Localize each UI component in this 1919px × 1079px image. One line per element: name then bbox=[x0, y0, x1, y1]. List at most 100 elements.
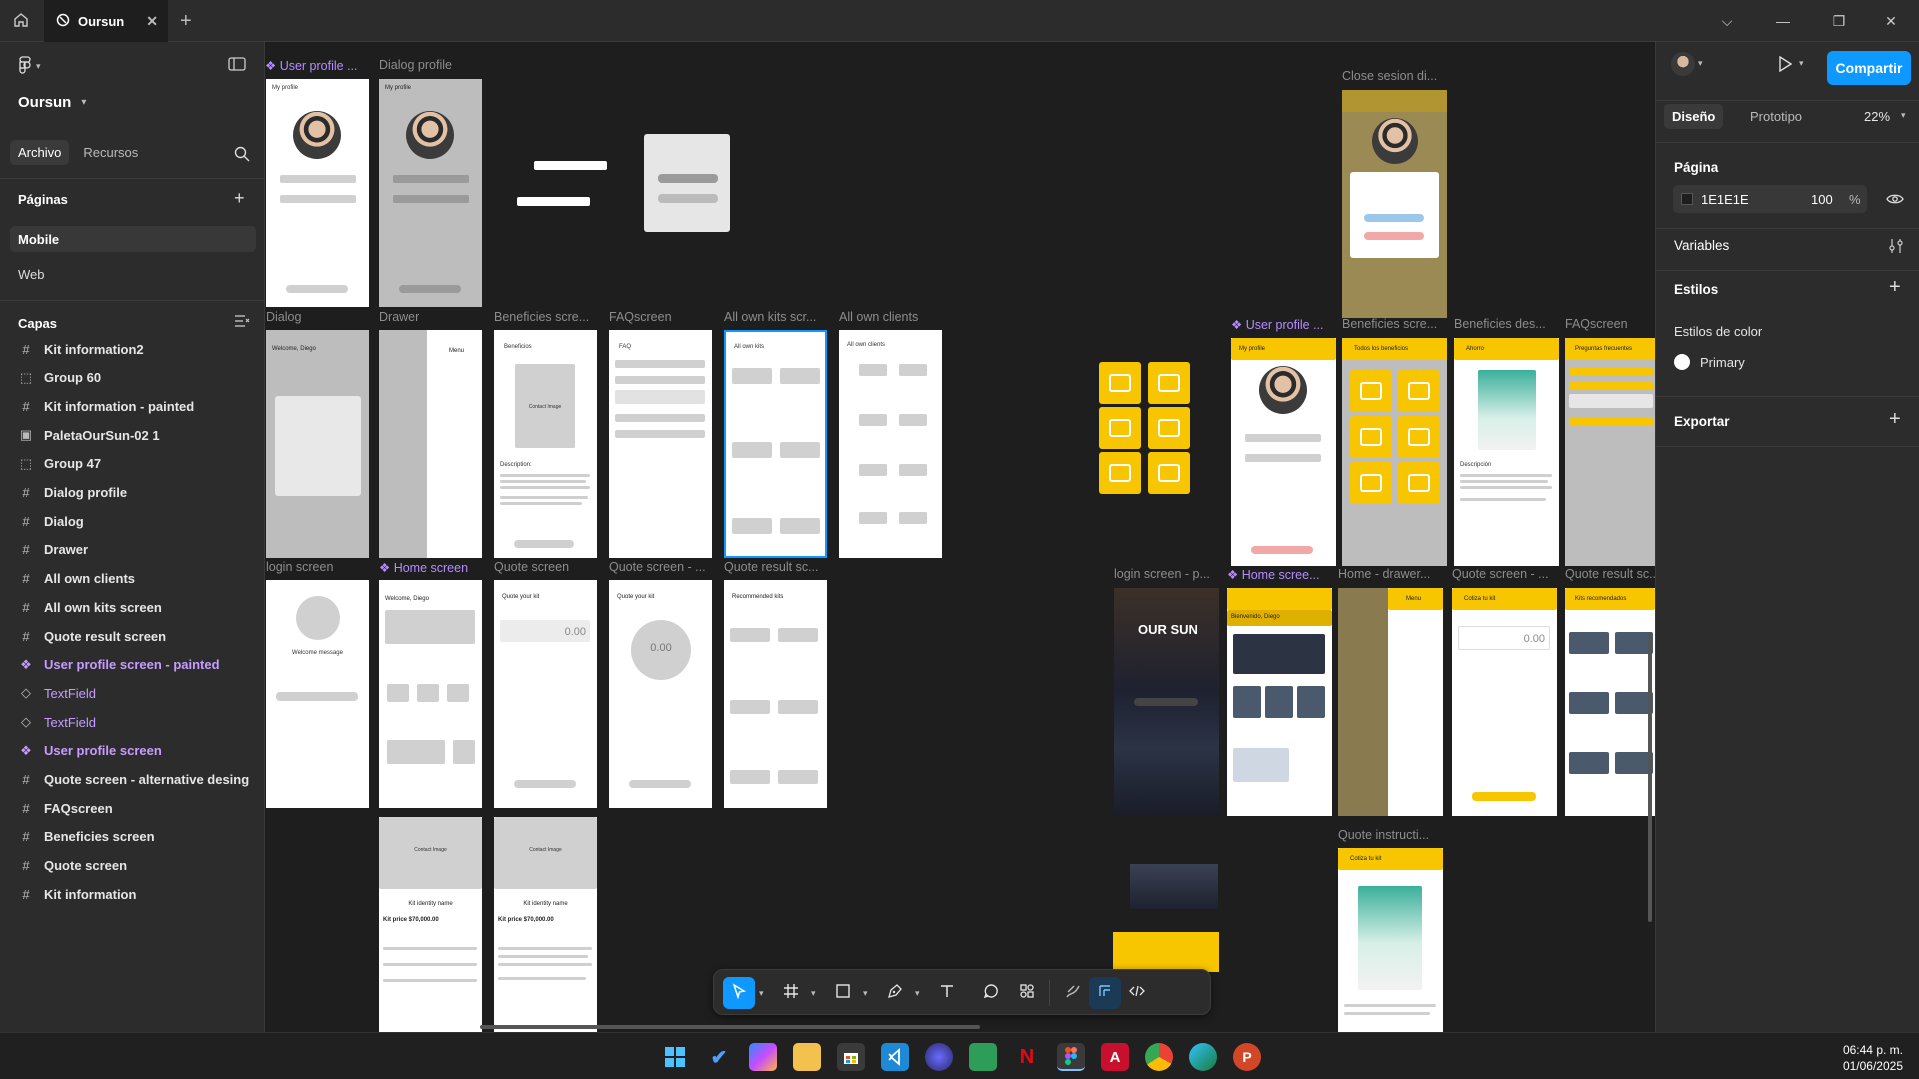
frame-label-login-painted[interactable]: login screen - p... bbox=[1114, 567, 1231, 581]
store-icon[interactable] bbox=[837, 1043, 865, 1071]
frame-login[interactable]: Welcome message bbox=[266, 580, 369, 808]
style-primary[interactable]: Primary bbox=[1674, 354, 1745, 370]
frame-all-kits[interactable]: All own kits bbox=[724, 330, 827, 558]
new-tab-button[interactable]: + bbox=[180, 10, 192, 33]
layer-item[interactable]: ◇ TextField bbox=[18, 711, 258, 733]
frame-quote-alt[interactable]: Quote your kit 0.00 bbox=[609, 580, 712, 808]
layer-item[interactable]: # Dialog profile bbox=[18, 482, 258, 504]
frame-label-home-2[interactable]: ❖ Home scree... bbox=[1227, 567, 1332, 582]
frame-quote-painted[interactable]: Cotiza tu kit 0.00 bbox=[1452, 588, 1557, 816]
browser-app-icon[interactable] bbox=[925, 1043, 953, 1071]
frame-quote-instructions[interactable]: Cotiza tu kit bbox=[1338, 848, 1443, 1032]
layer-item[interactable]: # Kit information2 bbox=[18, 338, 258, 360]
frame-label-quote-instructions[interactable]: Quote instructi... bbox=[1338, 828, 1448, 842]
layer-item[interactable]: # Quote result screen bbox=[18, 625, 258, 647]
frame-dialog[interactable]: Welcome, Diego bbox=[266, 330, 369, 558]
windows-start-icon[interactable] bbox=[661, 1043, 689, 1071]
solar-panel-image[interactable] bbox=[1130, 864, 1218, 909]
frame-kit-information[interactable]: Contact Image Kit identity name Kit pric… bbox=[379, 817, 482, 1032]
autocad-icon[interactable]: A bbox=[1101, 1043, 1129, 1071]
move-tool[interactable] bbox=[723, 977, 755, 1009]
frame-label-drawer[interactable]: Drawer bbox=[379, 310, 419, 324]
frame-label-all-clients[interactable]: All own clients bbox=[839, 310, 918, 324]
frame-label-home-drawer[interactable]: Home - drawer... bbox=[1338, 567, 1448, 581]
frame-label-beneficies-2[interactable]: Beneficies scre... bbox=[1342, 317, 1447, 331]
layer-item[interactable]: # Dialog bbox=[18, 510, 258, 532]
layer-item[interactable]: # FAQscreen bbox=[18, 797, 258, 819]
netflix-icon[interactable]: N bbox=[1013, 1043, 1041, 1071]
collapse-layers-icon[interactable] bbox=[234, 314, 250, 331]
frame-label-beneficies-des[interactable]: Beneficies des... bbox=[1454, 317, 1559, 331]
frame-quote-result[interactable]: Recommended kits bbox=[724, 580, 827, 808]
vscode-icon[interactable] bbox=[881, 1043, 909, 1071]
layer-item[interactable]: # Quote screen - alternative desing bbox=[18, 769, 258, 791]
frame-label-all-kits[interactable]: All own kits scr... bbox=[724, 310, 816, 324]
frame-label-quote-alt[interactable]: Quote screen - ... bbox=[609, 560, 706, 574]
textfield-component[interactable] bbox=[517, 197, 590, 206]
layer-item[interactable]: ❖ User profile screen - painted bbox=[18, 654, 258, 676]
tab-prototipo[interactable]: Prototipo bbox=[1742, 104, 1810, 129]
frame-label-faq[interactable]: FAQscreen bbox=[609, 310, 672, 324]
share-button[interactable]: Compartir bbox=[1827, 51, 1911, 85]
window-dropdown-button[interactable]: ⌵ bbox=[1699, 0, 1755, 42]
actions-tool[interactable] bbox=[1011, 977, 1043, 1009]
maximize-button[interactable]: ❐ bbox=[1811, 0, 1867, 42]
frame-kit-information-2[interactable]: Contact Image Kit identity name Kit pric… bbox=[494, 817, 597, 1032]
main-menu-button[interactable]: ▾ bbox=[18, 56, 41, 77]
chrome-icon[interactable] bbox=[1145, 1043, 1173, 1071]
layer-item[interactable]: ◇ TextField bbox=[18, 682, 258, 704]
chevron-down-icon[interactable]: ▾ bbox=[1698, 58, 1703, 69]
layer-item[interactable]: ▣ PaletaOurSun-02 1 bbox=[18, 424, 258, 446]
frame-drawer[interactable]: Menu bbox=[379, 330, 482, 558]
frame-home-drawer[interactable]: Menu bbox=[1338, 588, 1443, 816]
frame-user-profile-painted[interactable]: My profile bbox=[1231, 338, 1336, 566]
avatar[interactable] bbox=[1671, 52, 1695, 76]
layer-item[interactable]: ❖ User profile screen bbox=[18, 740, 258, 762]
dev-mode-button[interactable] bbox=[1121, 977, 1153, 1009]
tab-recursos[interactable]: Recursos bbox=[75, 140, 146, 165]
variables-icon[interactable] bbox=[1888, 238, 1904, 257]
copilot-icon[interactable] bbox=[749, 1043, 777, 1071]
frame-label-home[interactable]: ❖ Home screen bbox=[379, 560, 468, 575]
frame-user-profile[interactable]: My profile bbox=[266, 79, 369, 307]
add-style-icon[interactable]: + bbox=[1889, 276, 1901, 299]
search-icon[interactable] bbox=[234, 146, 250, 165]
benefit-tile[interactable] bbox=[1148, 452, 1190, 494]
chevron-down-icon[interactable]: ▾ bbox=[811, 988, 816, 999]
layer-item[interactable]: ⬚ Group 60 bbox=[18, 367, 258, 389]
vertical-scrollbar[interactable] bbox=[1648, 632, 1652, 922]
benefit-tile[interactable] bbox=[1099, 452, 1141, 494]
layer-item[interactable]: # Quote screen bbox=[18, 855, 258, 877]
chevron-down-icon[interactable]: ▾ bbox=[863, 988, 868, 999]
dialog-component[interactable] bbox=[644, 134, 730, 232]
draw-mode-button[interactable] bbox=[1057, 977, 1089, 1009]
chevron-down-icon[interactable]: ▾ bbox=[1901, 110, 1906, 121]
layer-item[interactable]: # Beneficies screen bbox=[18, 826, 258, 848]
zoom-level[interactable]: 22% bbox=[1864, 109, 1890, 124]
frame-label-user-profile[interactable]: ❖ User profile ... bbox=[265, 58, 365, 73]
frame-login-painted[interactable]: OUR SUN bbox=[1114, 588, 1219, 816]
frame-label-quote-result[interactable]: Quote result sc... bbox=[724, 560, 818, 574]
frame-label-quote-2[interactable]: Quote screen - ... bbox=[1452, 567, 1557, 581]
home-button[interactable] bbox=[0, 0, 42, 42]
canvas[interactable]: ❖ User profile ... My profile Dialog pro… bbox=[265, 42, 1655, 1032]
eye-icon[interactable] bbox=[1886, 192, 1904, 209]
tab-diseno[interactable]: Diseño bbox=[1664, 104, 1724, 129]
frame-close-session-dialog[interactable] bbox=[1342, 90, 1447, 318]
frame-label-quote[interactable]: Quote screen bbox=[494, 560, 569, 574]
benefit-tile[interactable] bbox=[1099, 407, 1141, 449]
benefit-tile[interactable] bbox=[1148, 407, 1190, 449]
layer-item[interactable]: # Kit information bbox=[18, 883, 258, 905]
pen-tool[interactable] bbox=[879, 977, 911, 1009]
frame-label-user-profile-2[interactable]: ❖ User profile ... bbox=[1231, 317, 1336, 332]
page-color-value[interactable]: 1E1E1E bbox=[1701, 192, 1749, 207]
file-explorer-icon[interactable] bbox=[793, 1043, 821, 1071]
layer-item[interactable]: # Drawer bbox=[18, 539, 258, 561]
frame-label-close-session[interactable]: Close sesion di... bbox=[1342, 69, 1437, 83]
text-tool[interactable] bbox=[931, 977, 963, 1009]
frame-faq-painted[interactable]: Preguntas frecuentes bbox=[1565, 338, 1655, 566]
frame-beneficies-description[interactable]: Ahorro Descripción bbox=[1454, 338, 1559, 566]
present-button[interactable] bbox=[1778, 55, 1793, 75]
frame-label-beneficies[interactable]: Beneficies scre... bbox=[494, 310, 589, 324]
page-opacity-value[interactable]: 100 bbox=[1811, 192, 1833, 207]
